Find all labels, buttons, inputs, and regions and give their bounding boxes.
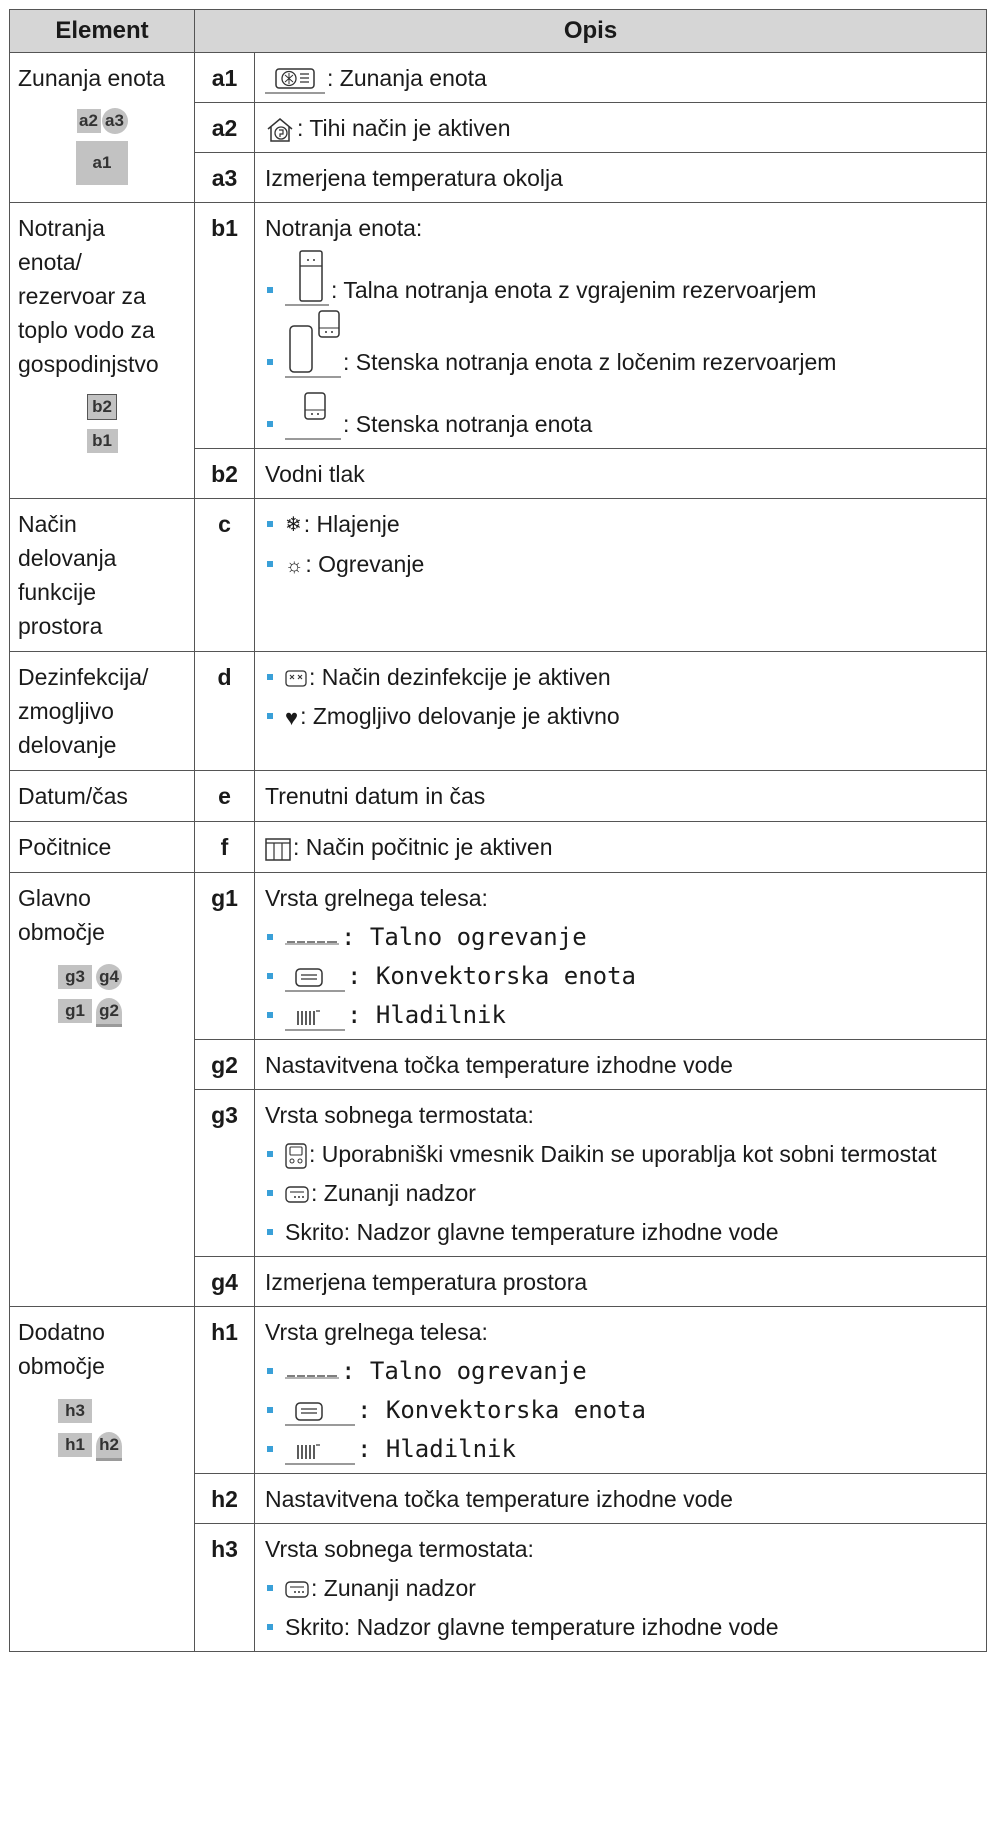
fan-coil-unit-icon [285,1402,355,1426]
sun-icon: ☼ [285,554,304,577]
table-row: Način delovanja funkcije prostora c ❄: H… [9,498,987,652]
holiday-icon [265,838,291,861]
table-row: Glavno območje g3 g4 g1 g2 g1 Vrsta grelne… [9,872,987,1307]
label-diagram: b2 b1 [18,387,186,455]
floor-standing-unit-icon [285,248,329,306]
element-cell: Zunanja enota a2 a3 a1 [9,52,195,203]
table-row: Zunanja enota a2 a3 a1 a1 : Zunanja enota [9,52,987,203]
list-item: ☼: Ogrevanje [265,549,976,581]
fan-coil-unit-icon [285,968,345,992]
description-table: Element Opis Zunanja enota a2 a3 a1 a1 : … [9,9,987,1652]
radiator-icon [285,1441,355,1465]
table-row: Datum/čas e Trenutni datum in čas [9,770,987,822]
external-control-icon [285,1186,309,1203]
list-item: : Talno ogrevanje [265,922,976,953]
list-item: ♥: Zmogljivo delovanje je aktivno [265,701,976,733]
list-item: : Način dezinfekcije je aktiven [265,662,976,693]
element-cell: Glavno območje g3 g4 g1 g2 [9,872,195,1307]
wall-mounted-unit-with-tank-icon [285,310,341,378]
external-control-icon [285,1581,309,1598]
table-row: Notranja enota/ rezervoar za toplo vodo … [9,202,987,499]
list-item: ❄: Hlajenje [265,509,976,541]
list-item: : Stenska notranja enota z ločenim rezer… [265,310,836,378]
underfloor-heating-icon [285,941,339,945]
disinfection-icon [285,670,307,687]
header-row: Element Opis [9,9,987,53]
label-diagram: g3 g4 g1 g2 [58,957,186,1027]
label-diagram: h3 h1 h2 [58,1391,186,1461]
label-diagram: a2 a3 a1 [18,101,186,185]
snowflake-icon: ❄ [285,514,302,537]
list-item: : Hladilnik [265,1000,976,1031]
daikin-interface-icon [285,1143,307,1169]
header-element: Element [9,9,195,53]
list-item: : Zunanji nadzor [265,1573,976,1604]
quiet-mode-icon [267,117,293,142]
list-item: : Talno ogrevanje [265,1356,976,1387]
wall-mounted-unit-icon [285,384,341,440]
list-item: : Konvektorska enota [265,1395,976,1426]
list-item: : Uporabniški vmesnik Daikin se uporablj… [265,1139,976,1170]
list-item: : Stenska notranja enota [265,384,592,440]
underfloor-heating-icon [285,1375,339,1379]
element-cell: Notranja enota/ rezervoar za toplo vodo … [9,202,195,499]
table-row: Dodatno območje h3 h1 h2 h1 Vrsta grelneg… [9,1306,987,1652]
table-row: Počitnice f : Način počitnic je aktiven [9,821,987,873]
element-cell: Način delovanja funkcije prostora [9,498,195,652]
list-item: : Zunanji nadzor [265,1178,976,1209]
element-cell: Dezinfekcija/ zmogljivo delovanje [9,651,195,771]
powerful-mode-icon: ♥ [285,705,299,731]
table-row: Dezinfekcija/ zmogljivo delovanje d : Na… [9,651,987,771]
radiator-icon [285,1007,345,1031]
list-item: Skrito: Nadzor glavne temperature izhodn… [265,1217,976,1248]
header-description: Opis [194,9,987,53]
list-item: : Hladilnik [265,1434,976,1465]
element-cell: Dodatno območje h3 h1 h2 [9,1306,195,1652]
list-item: : Konvektorska enota [265,961,976,992]
list-item: Skrito: Nadzor glavne temperature izhodn… [265,1612,976,1643]
outdoor-unit-icon [265,68,325,94]
list-item: : Talna notranja enota z vgrajenim rezer… [265,248,816,306]
